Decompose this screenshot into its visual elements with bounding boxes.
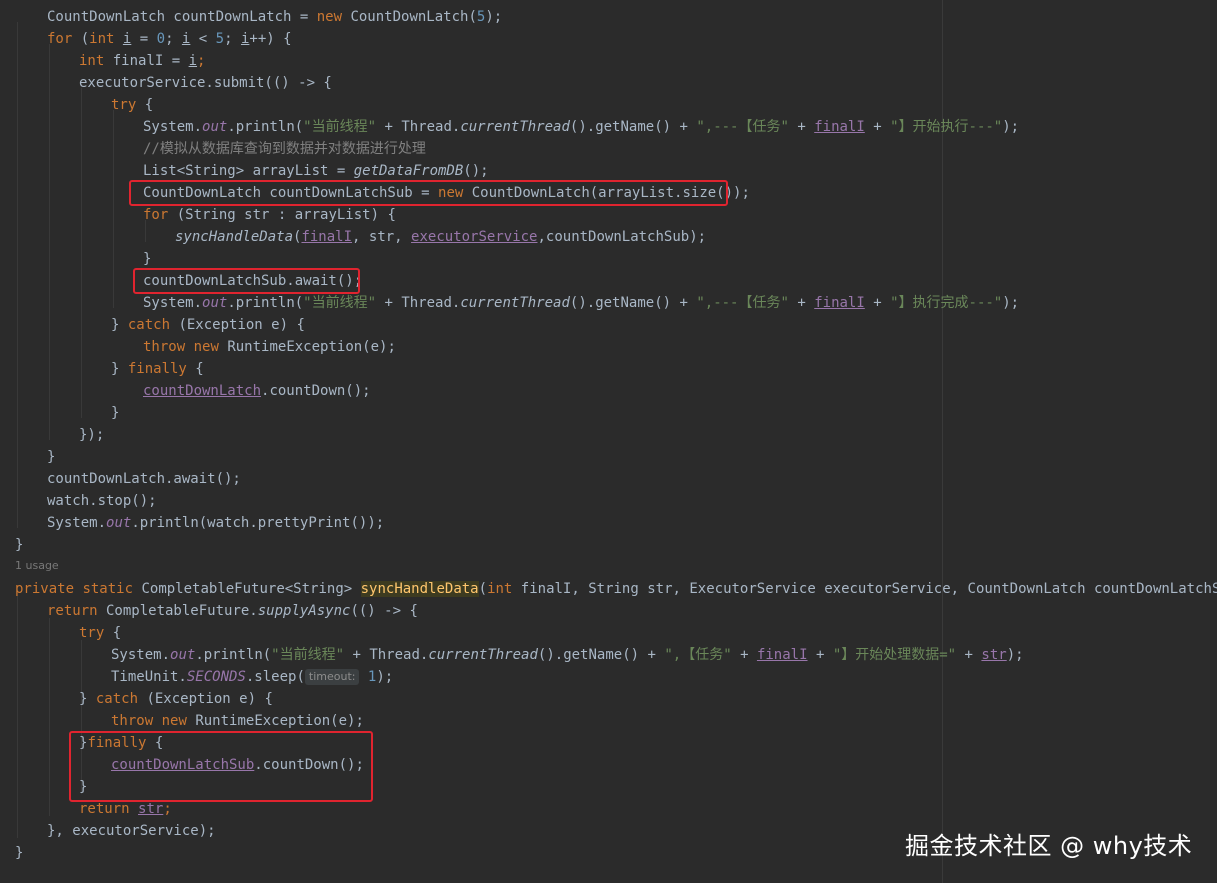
indent-guide [17, 596, 18, 838]
code-line: try { [111, 97, 154, 113]
code-line: throw new RuntimeException(e); [143, 339, 396, 355]
code-line: executorService.submit(() -> { [79, 75, 332, 91]
code-line: syncHandleData(finalI, str, executorServ… [175, 229, 707, 245]
code-line: return CompletableFuture.supplyAsync(() … [47, 603, 418, 619]
code-line: System.out.println("当前线程" + Thread.curre… [143, 119, 1020, 135]
code-line: } catch (Exception e) { [111, 317, 305, 333]
indent-guide [49, 44, 50, 440]
code-line: } [15, 845, 24, 861]
code-line: }); [79, 427, 105, 443]
code-line: }, executorService); [47, 823, 216, 839]
code-line: for (String str : arrayList) { [143, 207, 396, 223]
code-line: CountDownLatch countDownLatchSub = new C… [143, 185, 750, 201]
code-line: countDownLatchSub.await(); [143, 273, 363, 289]
code-line: try { [79, 625, 122, 641]
code-line: return str; [79, 801, 172, 817]
watermark: 掘金技术社区 @ why技术 [905, 832, 1193, 860]
code-line: watch.stop(); [47, 493, 157, 509]
code-line: System.out.println("当前线程" + Thread.curre… [111, 647, 1024, 663]
code-line: CountDownLatch countDownLatch = new Coun… [47, 9, 503, 25]
indent-guide [81, 88, 82, 418]
code-line: } [79, 779, 88, 795]
code-line: for (int i = 0; i < 5; i++) { [47, 31, 292, 47]
code-line: TimeUnit.SECONDS.sleep(timeout: 1); [111, 669, 394, 685]
code-line: System.out.println("当前线程" + Thread.curre… [143, 295, 1020, 311]
code-line: System.out.println(watch.prettyPrint()); [47, 515, 385, 531]
parameter-hint: timeout: [304, 669, 360, 685]
code-line: } [143, 251, 152, 267]
indent-guide [49, 618, 50, 816]
indent-guide [81, 640, 82, 794]
code-line: List<String> arrayList = getDataFromDB()… [143, 163, 489, 179]
code-line: countDownLatch.await(); [47, 471, 241, 487]
code-line: throw new RuntimeException(e); [111, 713, 364, 729]
code-line: } [15, 537, 24, 553]
code-line: countDownLatch.countDown(); [143, 383, 371, 399]
code-line: }finally { [79, 735, 164, 751]
code-line: } finally { [111, 361, 204, 377]
code-line: } [47, 449, 56, 465]
code-line: int finalI = i; [79, 53, 206, 69]
code-line: } [111, 405, 120, 421]
code-line: } catch (Exception e) { [79, 691, 273, 707]
code-line: countDownLatchSub.countDown(); [111, 757, 364, 773]
code-comment: //模拟从数据库查询到数据并对数据进行处理 [143, 141, 426, 157]
indent-guide [113, 110, 114, 308]
method-declaration: private static CompletableFuture<String>… [15, 581, 1217, 597]
indent-guide [17, 22, 18, 528]
usage-hint[interactable]: 1 usage [15, 559, 59, 572]
code-editor[interactable]: CountDownLatch countDownLatch = new Coun… [0, 0, 1217, 883]
